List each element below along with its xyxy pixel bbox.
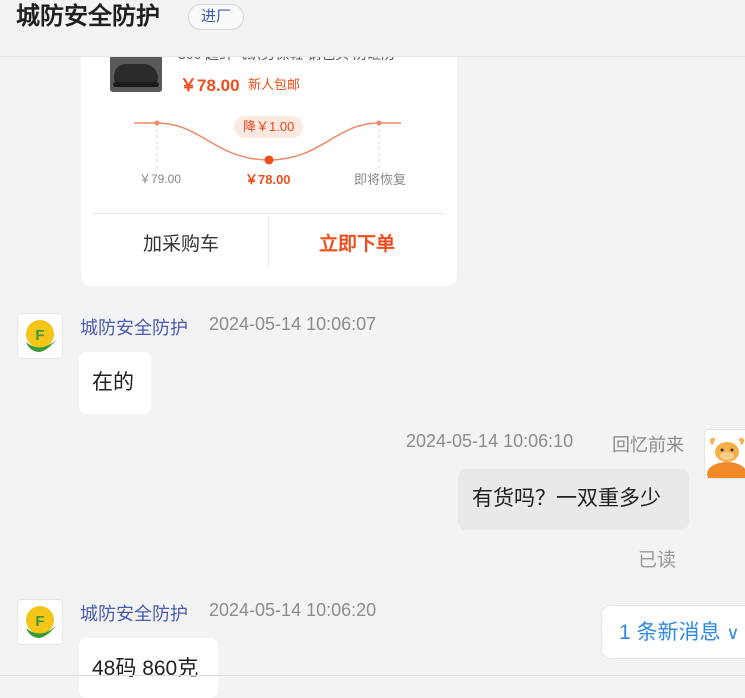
shop-logo-icon[interactable]: F <box>17 599 63 645</box>
buy-now-button[interactable]: 立即下单 <box>269 214 445 270</box>
price-before-label: ￥79.00 <box>139 172 182 186</box>
price-point-before <box>154 120 160 126</box>
read-status: 已读 <box>638 550 677 571</box>
chevron-down-icon: ∨ <box>726 623 740 643</box>
add-to-cart-button[interactable]: 加采购车 <box>93 214 269 270</box>
message-time: 2024-05-14 10:06:07 <box>209 314 377 334</box>
price-restore-label: 即将恢复 <box>354 172 407 187</box>
cow-avatar-icon[interactable] <box>704 429 745 479</box>
product-price: ￥78.00 <box>180 76 240 95</box>
message-bubble[interactable]: 在的 <box>79 352 151 414</box>
new-message-label: 1 条新消息 <box>619 621 721 644</box>
shop-logo-icon[interactable]: F <box>17 313 63 359</box>
chat-header: 城防安全防护 进厂 <box>0 0 745 57</box>
message-bubble[interactable]: 有货吗？一双重多少 <box>458 469 689 530</box>
input-divider <box>0 675 745 676</box>
price-point-after <box>376 120 382 126</box>
price-drop-badge: 降￥1.00 <box>234 116 304 138</box>
price-now-label: ￥78.00 <box>245 172 291 187</box>
product-image[interactable] <box>110 54 162 92</box>
new-message-notice[interactable]: 1 条新消息 ∨ <box>601 605 745 659</box>
product-card[interactable]: 300 超纤飞织劳保鞋 钢包头 防砸防 ￥78.00 新人包邮 降￥1.00 ￥… <box>81 20 457 286</box>
message-sender: 回忆前来 <box>612 435 684 455</box>
shop-name[interactable]: 城防安全防护 <box>16 0 160 34</box>
svg-text:F: F <box>35 613 44 630</box>
message-time: 2024-05-14 10:06:20 <box>209 600 377 620</box>
new-user-tag: 新人包邮 <box>248 77 301 92</box>
message-sender: 城防安全防护 <box>80 604 188 624</box>
message-time: 2024-05-14 10:06:10 <box>406 431 574 451</box>
enter-shop-button[interactable]: 进厂 <box>188 4 245 30</box>
message-bubble[interactable]: 48码 860克 <box>79 638 218 698</box>
svg-text:F: F <box>35 327 44 344</box>
message-sender: 城防安全防护 <box>80 318 188 338</box>
price-point-now <box>264 155 274 165</box>
